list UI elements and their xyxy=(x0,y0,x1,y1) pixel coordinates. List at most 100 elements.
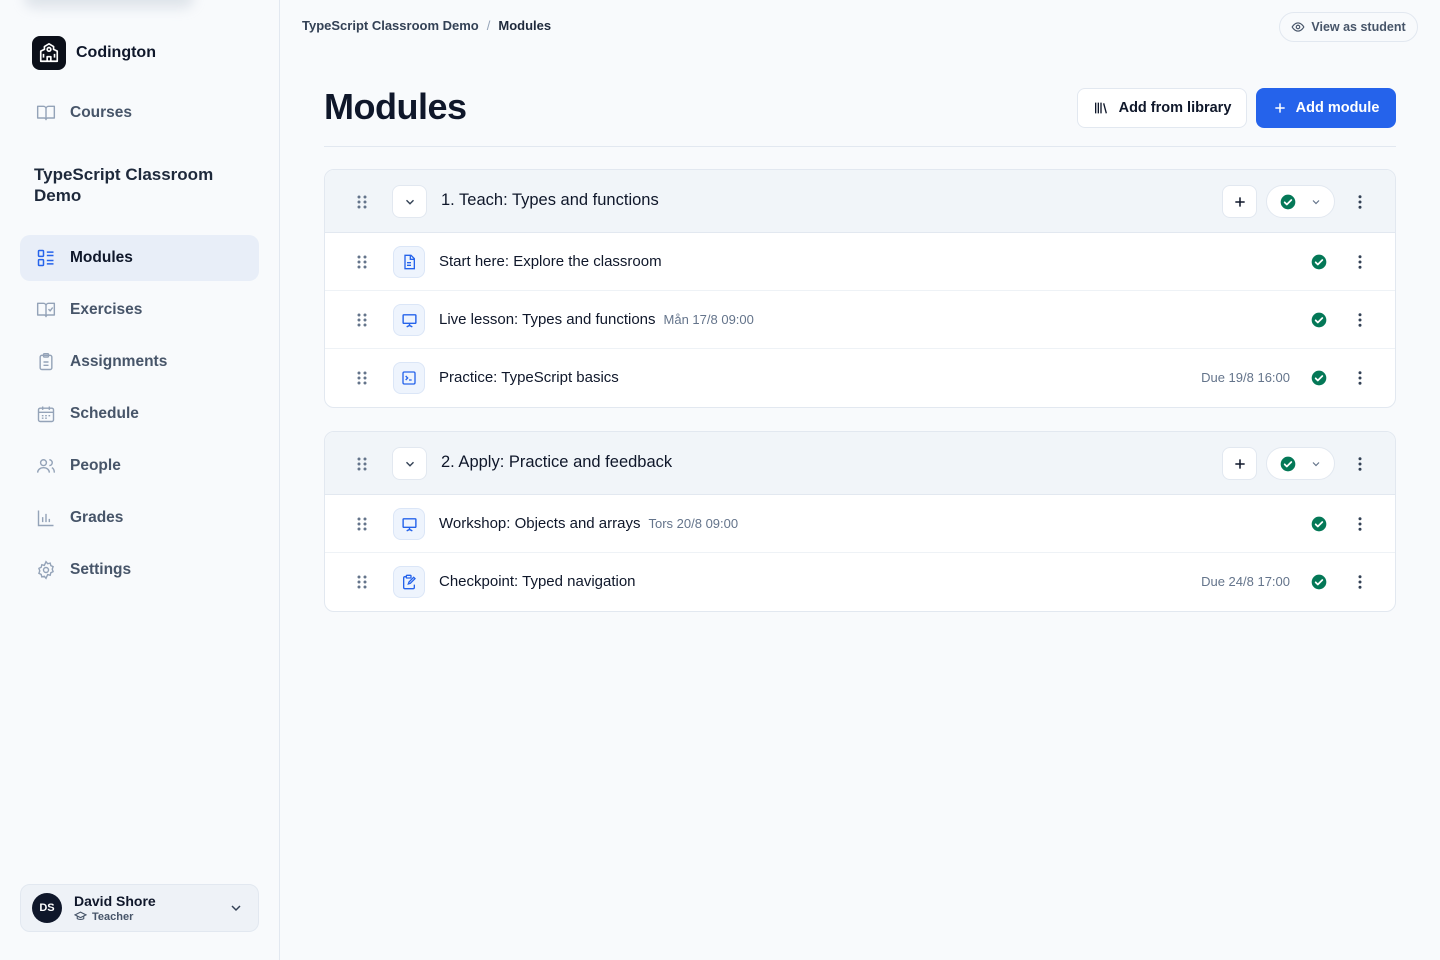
add-item-button[interactable] xyxy=(1222,185,1257,218)
presentation-icon xyxy=(393,508,425,540)
add-module-label: Add module xyxy=(1295,100,1380,116)
course-title: TypeScript Classroom Demo xyxy=(34,165,214,205)
item-title[interactable]: Checkpoint: Typed navigation xyxy=(439,573,636,590)
nav-settings[interactable]: Settings xyxy=(20,547,259,593)
nav-settings-label: Settings xyxy=(70,561,132,578)
brand[interactable]: Codington xyxy=(32,36,156,70)
view-as-student-label: View as student xyxy=(1311,20,1406,34)
published-check-icon[interactable] xyxy=(1311,370,1327,386)
terminal-icon xyxy=(393,362,425,394)
published-check-icon[interactable] xyxy=(1311,254,1327,270)
module-publish-status-dropdown[interactable] xyxy=(1266,447,1335,480)
published-check-icon[interactable] xyxy=(1311,574,1327,590)
add-from-library-label: Add from library xyxy=(1118,100,1232,116)
nav-exercises-label: Exercises xyxy=(70,301,143,318)
user-role-row: Teacher xyxy=(74,910,156,924)
user-menu[interactable]: DS David Shore Teacher xyxy=(20,884,259,932)
view-as-student-button[interactable]: View as student xyxy=(1279,12,1418,42)
module-title: 1. Teach: Types and functions xyxy=(441,191,659,209)
more-options-icon[interactable] xyxy=(1351,311,1369,329)
sidebar: Codington Courses TypeScript Classroom D… xyxy=(0,0,280,960)
chevron-down-icon xyxy=(228,900,244,916)
more-options-icon[interactable] xyxy=(1351,455,1369,473)
module-item[interactable]: Live lesson: Types and functions Mån 17/… xyxy=(325,291,1395,349)
more-options-icon[interactable] xyxy=(1351,193,1369,211)
exercises-icon xyxy=(36,300,56,320)
more-options-icon[interactable] xyxy=(1351,369,1369,387)
presentation-icon xyxy=(393,304,425,336)
module-header: 1. Teach: Types and functions xyxy=(325,170,1395,233)
nav-people[interactable]: People xyxy=(20,443,259,489)
drag-handle-icon[interactable] xyxy=(355,574,369,590)
module-item[interactable]: Start here: Explore the classroom xyxy=(325,233,1395,291)
collapse-module-button[interactable] xyxy=(392,185,427,218)
more-options-icon[interactable] xyxy=(1351,515,1369,533)
published-check-icon[interactable] xyxy=(1311,312,1327,328)
drag-handle-icon[interactable] xyxy=(355,254,369,270)
header-divider xyxy=(324,146,1396,147)
item-datetime: Tors 20/8 09:00 xyxy=(648,516,739,531)
nav-schedule[interactable]: Schedule xyxy=(20,391,259,437)
book-open-icon xyxy=(36,103,56,123)
breadcrumb-current: Modules xyxy=(498,18,552,33)
eye-icon xyxy=(1291,20,1305,34)
app-name: Codington xyxy=(76,44,156,61)
more-options-icon[interactable] xyxy=(1351,253,1369,271)
drag-handle-icon[interactable] xyxy=(355,516,369,532)
module-title: 2. Apply: Practice and feedback xyxy=(441,453,673,471)
breadcrumb: TypeScript Classroom Demo / Modules xyxy=(302,18,551,33)
nav-modules-label: Modules xyxy=(70,249,133,266)
more-options-icon[interactable] xyxy=(1351,573,1369,591)
chevron-down-icon xyxy=(403,195,417,209)
nav-schedule-label: Schedule xyxy=(70,405,139,422)
drag-handle-icon[interactable] xyxy=(355,194,369,210)
library-icon xyxy=(1093,100,1109,116)
user-name: David Shore xyxy=(74,892,156,909)
item-datetime: Mån 17/8 09:00 xyxy=(663,312,754,327)
module-card: 1. Teach: Types and functions Start here… xyxy=(324,169,1396,408)
chevron-down-icon xyxy=(403,457,417,471)
graduation-cap-icon xyxy=(74,910,87,923)
page-title: Modules xyxy=(324,86,467,127)
item-title[interactable]: Start here: Explore the classroom xyxy=(439,253,662,270)
drag-handle-icon[interactable] xyxy=(355,312,369,328)
breadcrumb-course[interactable]: TypeScript Classroom Demo xyxy=(302,18,479,33)
people-icon xyxy=(36,456,56,476)
nav-modules[interactable]: Modules xyxy=(20,235,259,281)
chevron-down-icon xyxy=(1310,196,1322,208)
plus-icon xyxy=(1273,101,1287,115)
add-module-button[interactable]: Add module xyxy=(1256,88,1396,128)
chevron-down-icon xyxy=(1310,458,1322,470)
document-icon xyxy=(393,246,425,278)
plus-icon xyxy=(1233,457,1247,471)
avatar: DS xyxy=(32,893,62,923)
grades-icon xyxy=(36,508,56,528)
module-publish-status-dropdown[interactable] xyxy=(1266,185,1335,218)
course-nav: Modules Exercises Assignments Schedule P… xyxy=(20,235,259,599)
nav-courses[interactable]: Courses xyxy=(20,90,259,136)
nav-assignments-label: Assignments xyxy=(70,353,168,370)
module-header: 2. Apply: Practice and feedback xyxy=(325,432,1395,495)
user-role: Teacher xyxy=(92,910,134,923)
check-circle-icon xyxy=(1280,456,1296,472)
toast-shadow xyxy=(24,0,194,8)
collapse-module-button[interactable] xyxy=(392,447,427,480)
item-title[interactable]: Practice: TypeScript basics xyxy=(439,369,619,386)
add-item-button[interactable] xyxy=(1222,447,1257,480)
published-check-icon[interactable] xyxy=(1311,516,1327,532)
module-item[interactable]: Practice: TypeScript basics Due 19/8 16:… xyxy=(325,349,1395,407)
nav-grades[interactable]: Grades xyxy=(20,495,259,541)
nav-assignments[interactable]: Assignments xyxy=(20,339,259,385)
breadcrumb-separator: / xyxy=(486,18,491,33)
add-from-library-button[interactable]: Add from library xyxy=(1077,88,1247,128)
nav-grades-label: Grades xyxy=(70,509,124,526)
module-item[interactable]: Checkpoint: Typed navigation Due 24/8 17… xyxy=(325,553,1395,611)
drag-handle-icon[interactable] xyxy=(355,370,369,386)
item-title[interactable]: Live lesson: Types and functions xyxy=(439,311,656,328)
nav-exercises[interactable]: Exercises xyxy=(20,287,259,333)
drag-handle-icon[interactable] xyxy=(355,456,369,472)
item-title[interactable]: Workshop: Objects and arrays xyxy=(439,515,640,532)
calendar-icon xyxy=(36,404,56,424)
module-item[interactable]: Workshop: Objects and arrays Tors 20/8 0… xyxy=(325,495,1395,553)
module-card: 2. Apply: Practice and feedback Workshop… xyxy=(324,431,1396,612)
